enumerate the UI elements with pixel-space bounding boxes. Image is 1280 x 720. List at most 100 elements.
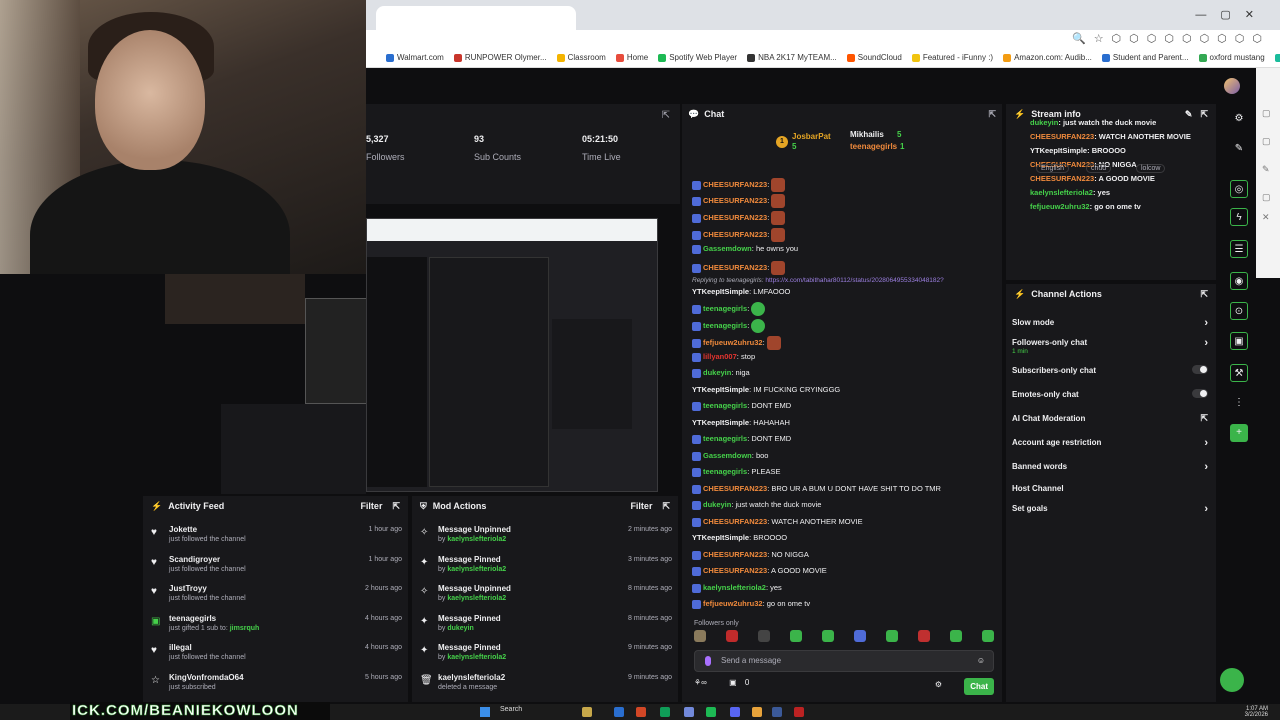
stream-tag[interactable]: lolcow: [1136, 164, 1166, 173]
channel-action-item[interactable]: Set goals ›: [1012, 503, 1210, 515]
channel-action-item[interactable]: Followers-only chat 1 min ›: [1012, 337, 1210, 355]
chat-username[interactable]: CHEESURFAN223: [703, 180, 767, 189]
chat-message[interactable]: dukeyin: just watch the duck movie: [692, 500, 821, 510]
bookmark-item[interactable]: NBA 2K17 MyTEAM...: [747, 53, 837, 62]
bookmark-item[interactable]: Photopea | Online ...: [1274, 53, 1280, 62]
chat-message[interactable]: teenagegirls:: [692, 302, 766, 316]
emote-icon[interactable]: [822, 630, 834, 642]
chat-bubble-icon[interactable]: ◉: [1230, 272, 1248, 290]
channel-action-item[interactable]: Host Channel: [1012, 484, 1210, 493]
emote-icon[interactable]: [886, 630, 898, 642]
popout-icon[interactable]: ⇱: [662, 501, 670, 512]
chat-message[interactable]: dukeyin: niga: [692, 368, 750, 378]
chat-message[interactable]: lillyan007: stop: [692, 352, 755, 362]
chat-message[interactable]: Gassemdown: boo: [692, 451, 768, 461]
bookmark-item[interactable]: SoundCloud: [846, 53, 902, 62]
points-icon[interactable]: ▣: [729, 678, 737, 687]
moderator-name[interactable]: kaelynslefteriola2: [447, 566, 506, 573]
bookmark-item[interactable]: Home: [615, 53, 648, 62]
chat-username[interactable]: teenagegirls: [703, 321, 747, 330]
windows-start-icon[interactable]: [480, 707, 490, 717]
chat-username[interactable]: CHEESURFAN223: [703, 230, 767, 239]
chat-username[interactable]: Gassemdown: [703, 244, 752, 253]
bookmark-item[interactable]: Featured - iFunny :): [911, 53, 993, 62]
chat-message[interactable]: CHEESURFAN223:: [692, 211, 786, 225]
settings-icon[interactable]: ⚙: [1230, 110, 1248, 128]
emote-icon[interactable]: [950, 630, 962, 642]
stream-tag[interactable]: chud: [1086, 164, 1112, 173]
bookmark-item[interactable]: Walmart.com: [386, 53, 444, 62]
chat-message[interactable]: YTKeepItSimple: BROOOO: [692, 533, 787, 542]
chat-message[interactable]: CHEESURFAN223: NO NIGGA: [692, 550, 809, 560]
emote-icon[interactable]: [758, 630, 770, 642]
taskbar-search[interactable]: Search: [500, 706, 522, 713]
moderator-name[interactable]: kaelynslefteriola2: [447, 536, 506, 543]
bookmark-item[interactable]: RUNPOWER Olymer...: [453, 53, 547, 62]
chat-username[interactable]: teenagegirls: [703, 434, 747, 443]
chat-message[interactable]: fefjueuw2uhru32:: [692, 336, 781, 350]
chat-message[interactable]: CHEESURFAN223: WATCH ANOTHER MOVIE: [692, 517, 863, 527]
leaderboard-user[interactable]: teenagegirls: [850, 142, 897, 151]
chat-username[interactable]: CHEESURFAN223: [703, 484, 767, 493]
infinity-icon[interactable]: ⚘∞: [694, 678, 707, 687]
address-bar[interactable]: 🔍☆⬡⬡⬡⬡⬡⬡⬡⬡⬡: [366, 30, 1280, 48]
share-icon[interactable]: ⋮: [1230, 394, 1248, 412]
emote-row[interactable]: [694, 630, 994, 646]
popout-icon[interactable]: ⇱: [1200, 289, 1208, 300]
chat-username[interactable]: teenagegirls: [703, 467, 747, 476]
chat-message[interactable]: teenagegirls: DONT EMD: [692, 401, 791, 411]
chat-username[interactable]: CHEESURFAN223: [703, 213, 767, 222]
chat-username[interactable]: CHEESURFAN223: [703, 550, 767, 559]
channel-action-item[interactable]: Banned words ›: [1012, 461, 1210, 473]
chat-username[interactable]: CHEESURFAN223: [703, 263, 767, 272]
chat-message[interactable]: CHEESURFAN223:: [692, 194, 786, 208]
moderator-name[interactable]: kaelynslefteriola2: [447, 595, 506, 602]
extension-icon[interactable]: ▢: [1262, 108, 1271, 119]
list-icon[interactable]: ☰: [1230, 240, 1248, 258]
chat-input[interactable]: Send a message ☺: [694, 650, 994, 672]
chat-username[interactable]: fefjueuw2uhru32: [703, 599, 763, 608]
broadcast-icon[interactable]: ⊙: [1230, 302, 1248, 320]
chat-username[interactable]: CHEESURFAN223: [703, 517, 767, 526]
chat-username[interactable]: YTKeepItSimple: [692, 385, 749, 394]
popout-icon[interactable]: ⇱: [988, 109, 996, 120]
chat-username[interactable]: teenagegirls: [703, 401, 747, 410]
toggle-switch[interactable]: [1192, 389, 1208, 398]
chat-username[interactable]: kaelynslefteriola2: [703, 583, 766, 592]
pen-icon[interactable]: ✎: [1230, 140, 1248, 158]
popout-icon[interactable]: ⇱: [392, 501, 400, 512]
window-controls[interactable]: —▢✕: [1195, 8, 1268, 21]
chat-username[interactable]: CHEESURFAN223: [703, 196, 767, 205]
chat-username[interactable]: YTKeepItSimple: [692, 418, 749, 427]
chat-message[interactable]: teenagegirls: DONT EMD: [692, 434, 791, 444]
moderator-name[interactable]: kaelynslefteriola2: [447, 654, 506, 661]
popout-icon[interactable]: ⇱: [662, 110, 670, 121]
chat-message[interactable]: teenagegirls: PLEASE: [692, 467, 781, 477]
chat-username[interactable]: YTKeepItSimple: [692, 533, 749, 542]
stream-tag[interactable]: English: [1036, 164, 1069, 173]
mod-filter-button[interactable]: Filter: [630, 501, 652, 511]
channel-action-item[interactable]: Emotes-only chat: [1012, 389, 1210, 399]
toggle-switch[interactable]: [1192, 365, 1208, 374]
popout-icon[interactable]: ⇱: [1200, 109, 1208, 120]
chat-message[interactable]: Gassemdown: he owns you: [692, 244, 798, 254]
activity-filter-button[interactable]: Filter: [360, 501, 382, 511]
wrench-icon[interactable]: ⚒: [1230, 364, 1248, 382]
chat-message[interactable]: CHEESURFAN223:: [692, 178, 786, 192]
bookmark-item[interactable]: oxford mustang: [1198, 53, 1265, 62]
extension-icon[interactable]: ✕: [1262, 212, 1270, 223]
bookmark-item[interactable]: Classroom: [556, 53, 606, 62]
emote-icon[interactable]: [726, 630, 738, 642]
chat-username[interactable]: CHEESURFAN223: [703, 566, 767, 575]
emote-icon[interactable]: [918, 630, 930, 642]
chat-username[interactable]: YTKeepItSimple: [692, 287, 749, 296]
emote-icon[interactable]: [694, 630, 706, 642]
chat-message[interactable]: fefjueuw2uhru32: go on ome tv: [692, 599, 810, 609]
emote-icon[interactable]: [854, 630, 866, 642]
chat-message[interactable]: CHEESURFAN223: BRO UR A BUM U DONT HAVE …: [692, 484, 941, 494]
chat-message[interactable]: CHEESURFAN223:: [692, 228, 786, 242]
add-icon[interactable]: +: [1230, 424, 1248, 442]
chat-username[interactable]: Gassemdown: [703, 451, 752, 460]
edit-icon[interactable]: ✎: [1185, 109, 1193, 120]
monitor-icon[interactable]: ▣: [1230, 332, 1248, 350]
